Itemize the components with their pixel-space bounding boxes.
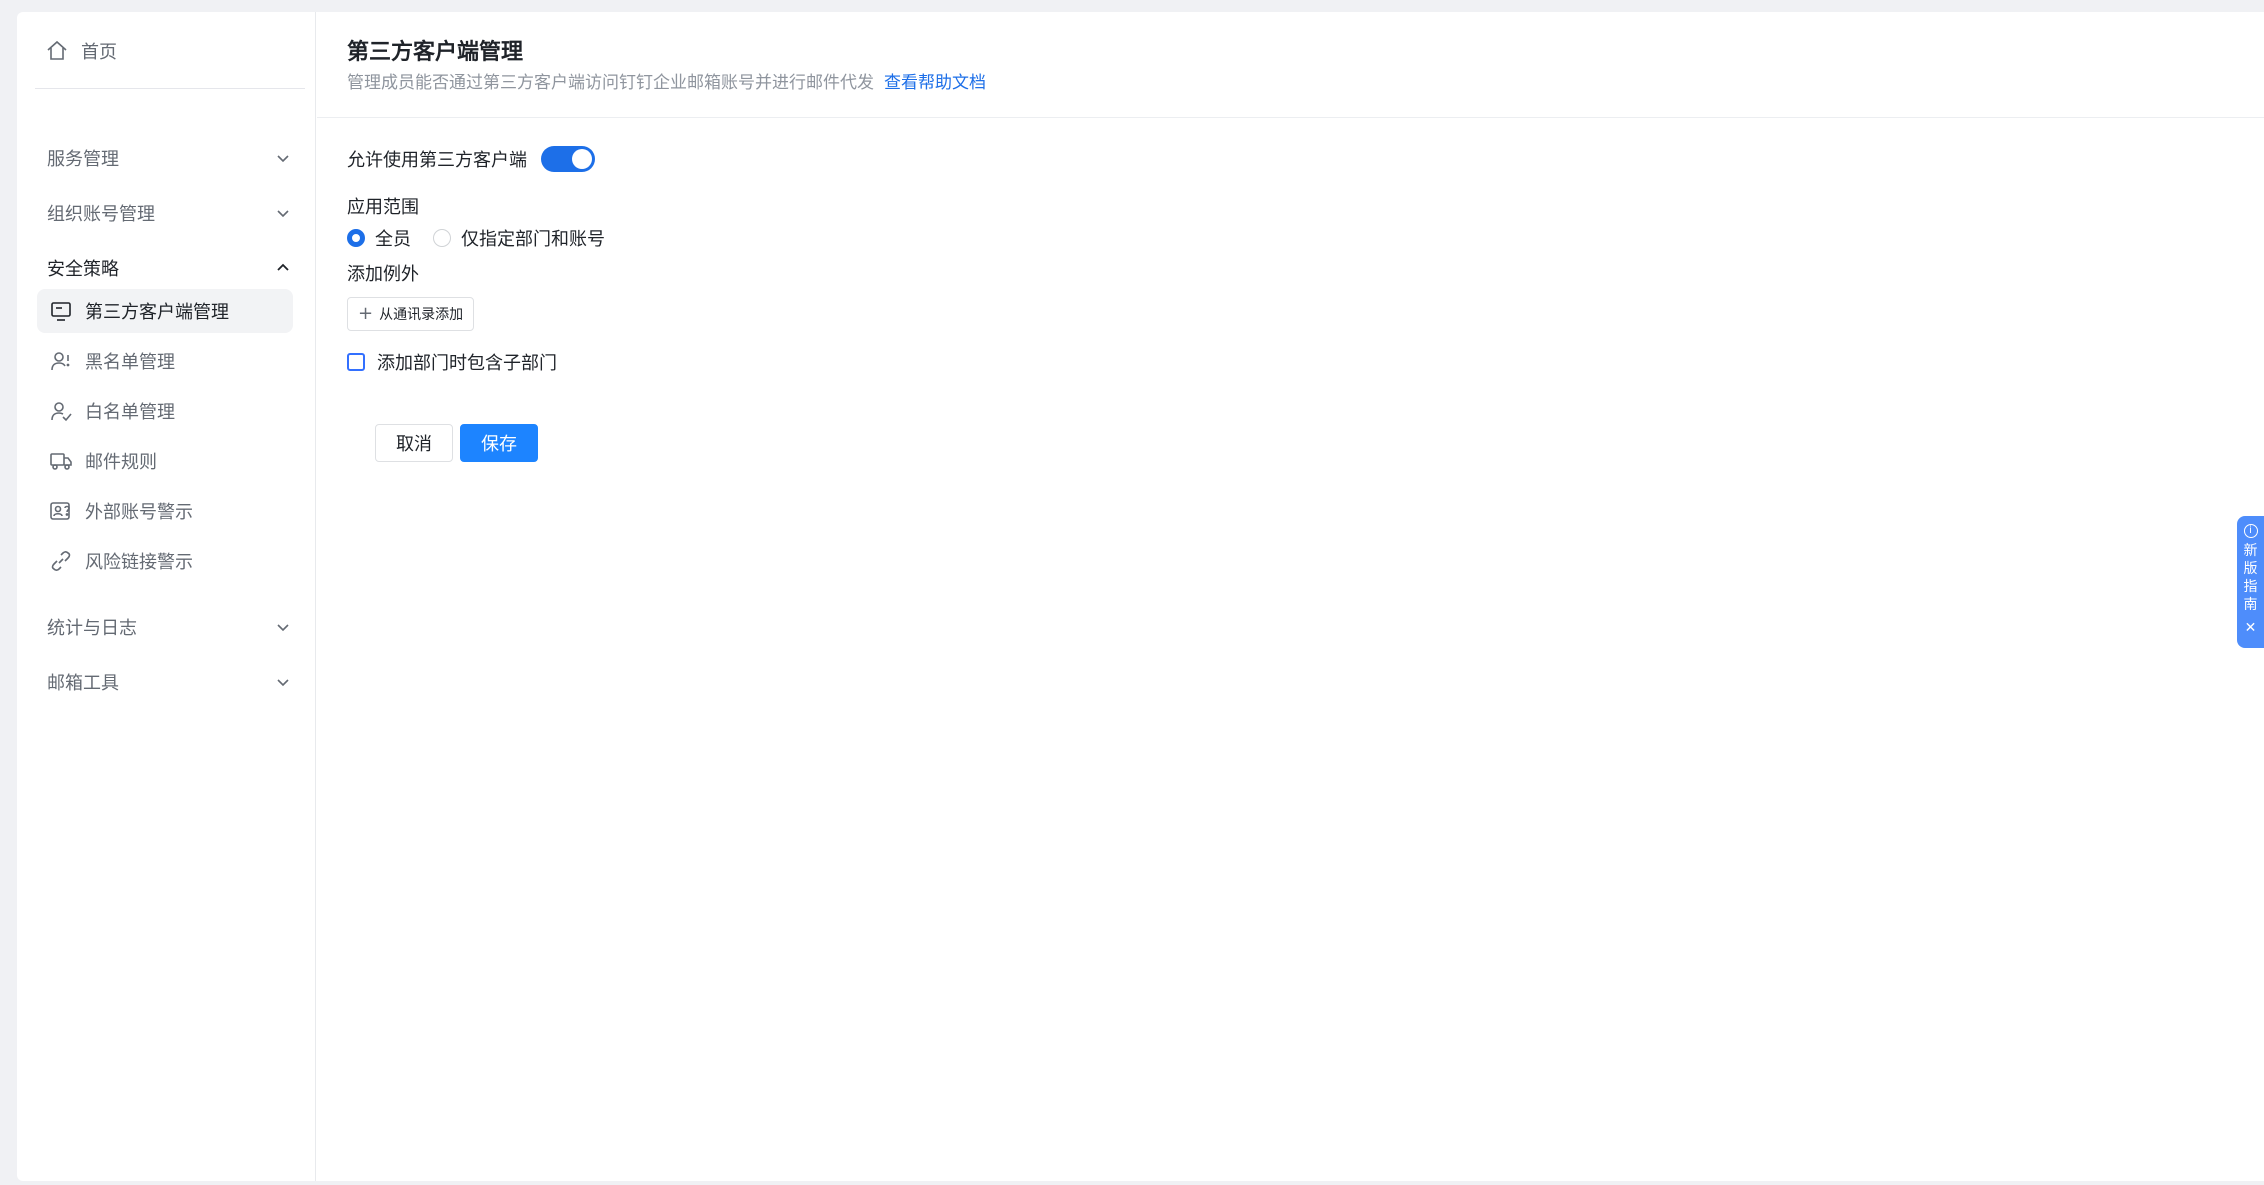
link-icon [51,551,71,571]
toggle-knob [572,149,592,169]
scope-label-row: 应用范围 [347,193,419,219]
sidebar-item-risk-link-warning[interactable]: 风险链接警示 [37,539,293,583]
contact-question-icon [50,502,70,520]
allow-third-party-row: 允许使用第三方客户端 [347,145,595,173]
sidebar-item-label: 第三方客户端管理 [85,302,229,323]
allow-third-party-label: 允许使用第三方客户端 [347,150,527,171]
scope-all-label[interactable]: 全员 [375,225,411,251]
sidebar-group-org[interactable]: 组织账号管理 [47,193,301,233]
sidebar-item-label: 风险链接警示 [85,552,193,573]
sidebar-item-home[interactable]: 首页 [45,36,117,66]
sidebar-item-third-party-client[interactable]: 第三方客户端管理 [37,289,293,333]
main-content: 第三方客户端管理 管理成员能否通过第三方客户端访问钉钉企业邮箱账号并进行邮件代发… [317,12,2264,1181]
plus-icon: + [358,303,374,324]
close-icon[interactable]: ✕ [2245,620,2257,636]
scope-specific-radio[interactable] [433,229,451,247]
sidebar-group-label: 统计与日志 [47,618,137,639]
page-title: 第三方客户端管理 [347,40,524,65]
sidebar-group-security[interactable]: 安全策略 [47,248,301,288]
info-icon: i [2243,524,2258,538]
include-sub-row: 添加部门时包含子部门 [347,349,557,375]
sidebar-group-service[interactable]: 服务管理 [47,138,301,178]
new-guide-tab[interactable]: i 新版指南 ✕ [2237,516,2264,648]
sidebar-item-blacklist[interactable]: 黑名单管理 [37,339,293,383]
exception-label: 添加例外 [347,264,419,285]
include-sub-label[interactable]: 添加部门时包含子部门 [377,349,557,375]
user-check-icon [51,402,72,422]
save-button[interactable]: 保存 [460,424,538,462]
new-guide-label: 新版指南 [2243,543,2258,613]
add-from-contacts-label: 从通讯录添加 [379,307,464,323]
sidebar-group-label: 邮箱工具 [47,673,119,694]
sidebar-item-label: 黑名单管理 [85,352,175,373]
include-sub-checkbox[interactable] [347,353,365,371]
cancel-button[interactable]: 取消 [375,424,453,462]
sidebar-group-stats[interactable]: 统计与日志 [47,607,301,647]
sidebar-item-whitelist[interactable]: 白名单管理 [37,389,293,433]
sidebar-item-label: 白名单管理 [85,402,175,423]
chevron-down-icon [277,624,289,632]
exception-label-row: 添加例外 [347,260,419,286]
scope-specific-label[interactable]: 仅指定部门和账号 [461,225,605,251]
chevron-up-icon [277,263,289,271]
sidebar-item-label: 外部账号警示 [85,502,193,523]
home-icon [47,40,67,60]
monitor-icon [51,302,71,321]
sidebar-group-tools[interactable]: 邮箱工具 [47,662,301,702]
sidebar-group-label: 安全策略 [47,259,119,280]
page-description: 管理成员能否通过第三方客户端访问钉钉企业邮箱账号并进行邮件代发 [347,73,874,93]
help-doc-link[interactable]: 查看帮助文档 [884,73,986,93]
app-frame: 首页 服务管理 组织账号管理 安全策略 第三方客户端管理 黑名单管理 白名单管理 [17,12,2264,1181]
user-warning-icon [51,352,70,371]
sidebar-group-label: 服务管理 [47,149,119,170]
sidebar-item-label: 邮件规则 [85,452,157,473]
chevron-down-icon [277,210,289,218]
add-from-contacts-button[interactable]: + 从通讯录添加 [347,297,475,331]
sidebar-item-label: 首页 [81,42,117,63]
page-subtitle: 管理成员能否通过第三方客户端访问钉钉企业邮箱账号并进行邮件代发 查看帮助文档 [347,68,986,93]
truck-icon [50,453,72,470]
scope-label: 应用范围 [347,197,419,218]
scope-all-radio[interactable] [347,229,365,247]
sidebar-item-external-account-warning[interactable]: 外部账号警示 [37,489,293,533]
header-divider [317,117,2264,118]
sidebar-item-mail-rules[interactable]: 邮件规则 [37,439,293,483]
sidebar: 首页 服务管理 组织账号管理 安全策略 第三方客户端管理 黑名单管理 白名单管理 [17,12,316,1181]
chevron-down-icon [277,679,289,687]
scope-radio-group: 全员 仅指定部门和账号 [347,226,627,250]
sidebar-group-label: 组织账号管理 [47,204,155,225]
allow-third-party-toggle[interactable] [541,146,595,172]
sidebar-divider [35,88,305,89]
chevron-down-icon [277,155,289,163]
